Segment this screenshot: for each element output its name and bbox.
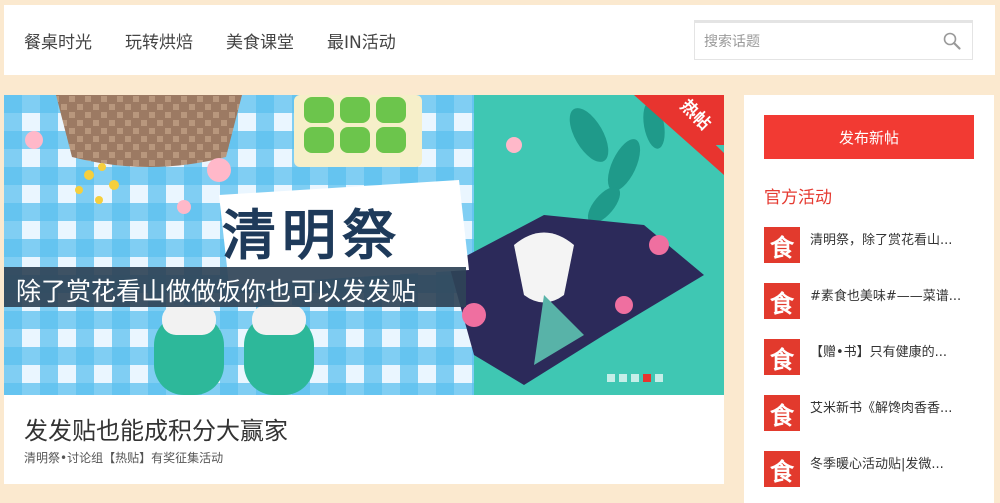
- carousel-dot[interactable]: [619, 374, 627, 382]
- post-meta[interactable]: 清明祭•讨论组【热贴】有奖征集活动: [24, 449, 223, 466]
- banner-subtitle: 除了赏花看山做做饭你也可以发发贴: [16, 277, 417, 306]
- activity-title[interactable]: 清明祭，除了赏花看山...: [810, 229, 970, 248]
- carousel-dots: [607, 374, 663, 382]
- search-input[interactable]: [704, 29, 934, 55]
- activity-thumbnail: 食: [764, 283, 800, 319]
- activity-thumbnail: 食: [764, 395, 800, 431]
- publish-new-post-button[interactable]: 发布新帖: [764, 115, 974, 159]
- carousel-dot[interactable]: [643, 374, 651, 382]
- activity-list: 食 清明祭，除了赏花看山... 食 #素食也美味#——菜谱... 食 【赠•书】…: [764, 227, 984, 503]
- top-navbar: 餐桌时光 玩转烘焙 美食课堂 最IN活动: [4, 5, 995, 75]
- nav-item-food-class[interactable]: 美食课堂: [226, 28, 294, 53]
- activity-title[interactable]: #素食也美味#——菜谱...: [810, 285, 970, 304]
- featured-banner[interactable]: 清明祭 除了赏花看山做做饭你也可以发发贴 热帖: [4, 95, 724, 395]
- sidebar: 发布新帖 官方活动 食 清明祭，除了赏花看山... 食 #素食也美味#——菜谱.…: [744, 95, 994, 503]
- activity-title[interactable]: 【赠•书】只有健康的...: [810, 341, 970, 360]
- list-item[interactable]: 食 冬季暖心活动贴|发微...: [764, 451, 984, 503]
- nav-item-dining-time[interactable]: 餐桌时光: [24, 28, 92, 53]
- nav-item-activities[interactable]: 最IN活动: [327, 28, 396, 53]
- nav-item-baking[interactable]: 玩转烘焙: [125, 28, 193, 53]
- main-nav: 餐桌时光 玩转烘焙 美食课堂 最IN活动: [24, 5, 429, 75]
- activity-thumbnail: 食: [764, 339, 800, 375]
- list-item[interactable]: 食 #素食也美味#——菜谱...: [764, 283, 984, 339]
- carousel-dot[interactable]: [607, 374, 615, 382]
- featured-post-card: 清明祭 除了赏花看山做做饭你也可以发发贴 热帖 发发贴也能成积分大赢家 清明祭•…: [4, 95, 724, 484]
- list-item[interactable]: 食 清明祭，除了赏花看山...: [764, 227, 984, 283]
- carousel-dot[interactable]: [631, 374, 639, 382]
- list-item[interactable]: 食 艾米新书《解馋肉香香...: [764, 395, 984, 451]
- search-icon[interactable]: [942, 31, 962, 51]
- activity-title[interactable]: 艾米新书《解馋肉香香...: [810, 397, 970, 416]
- list-item[interactable]: 食 【赠•书】只有健康的...: [764, 339, 984, 395]
- post-title[interactable]: 发发贴也能成积分大赢家: [24, 411, 288, 446]
- activity-thumbnail: 食: [764, 227, 800, 263]
- official-activities-heading: 官方活动: [764, 188, 832, 208]
- activity-title[interactable]: 冬季暖心活动贴|发微...: [810, 453, 970, 472]
- search-box: [694, 20, 973, 60]
- carousel-dot[interactable]: [655, 374, 663, 382]
- banner-title: 清明祭: [222, 204, 402, 267]
- activity-thumbnail: 食: [764, 451, 800, 487]
